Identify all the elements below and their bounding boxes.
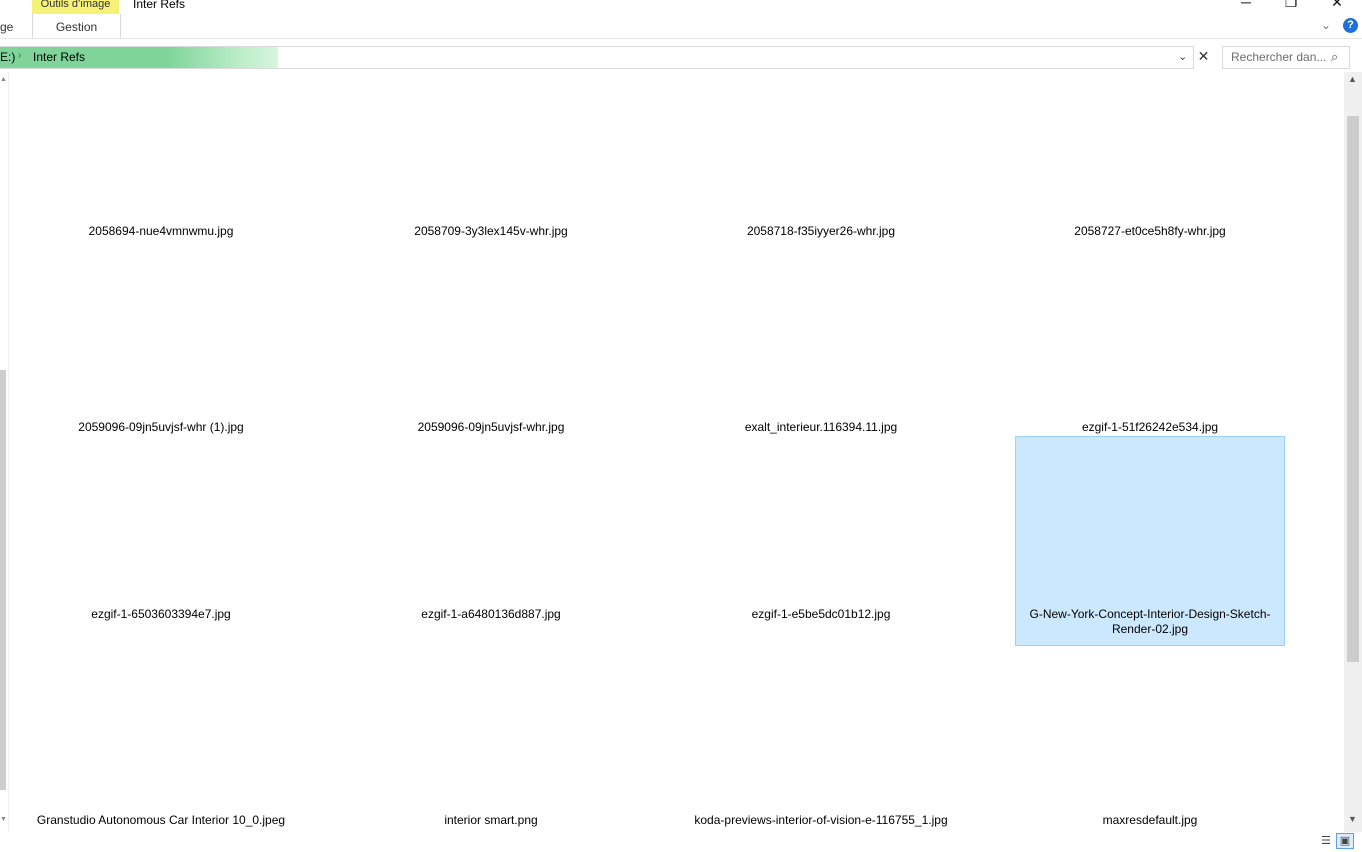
file-name: Granstudio Autonomous Car Interior 10_0.… — [36, 813, 286, 827]
close-button[interactable]: ✕ — [1322, 0, 1352, 12]
file-tile[interactable]: 2058709-3y3lex145v-whr.jpg — [356, 72, 626, 248]
file-name: exalt_interieur.116394.11.jpg — [744, 420, 898, 434]
scroll-up-icon[interactable]: ▲ — [1348, 74, 1357, 84]
file-tile[interactable]: 2059096-09jn5uvjsf-whr (1).jpg — [26, 234, 296, 444]
file-tile[interactable]: ezgif-1-a6480136d887.jpg — [356, 436, 626, 646]
file-name: maxresdefault.jpg — [1102, 813, 1198, 827]
file-tile[interactable]: ezgif-1-6503603394e7.jpg — [26, 436, 296, 646]
file-name: 2059096-09jn5uvjsf-whr (1).jpg — [78, 420, 244, 434]
file-name: 2059096-09jn5uvjsf-whr.jpg — [417, 420, 565, 434]
file-tile[interactable]: 2058727-et0ce5h8fy-whr.jpg — [1015, 72, 1285, 248]
contextual-group-label: Outils d’image — [32, 0, 119, 14]
nav-scrollbar-thumb[interactable] — [0, 370, 6, 790]
scroll-down-icon[interactable]: ▼ — [1348, 814, 1357, 824]
ribbon-collapse-chevron-down-icon[interactable]: ⌄ — [1321, 18, 1331, 32]
title-bar: ge Outils d’image Gestion Inter Refs ─ ❐… — [0, 0, 1362, 38]
file-tile[interactable]: interior smart.png — [356, 627, 626, 832]
address-history-chevron-down-icon[interactable]: ⌄ — [1178, 50, 1187, 63]
file-name: ezgif-1-51f26242e534.jpg — [1081, 420, 1219, 434]
file-tile[interactable]: exalt_interieur.116394.11.jpg — [686, 234, 956, 444]
search-icon[interactable]: ⌕ — [1331, 49, 1338, 65]
file-name: ezgif-1-e5be5dc01b12.jpg — [751, 607, 891, 621]
file-tile[interactable]: 2058718-f35iyyer26-whr.jpg — [686, 72, 956, 248]
file-tile[interactable]: ezgif-1-51f26242e534.jpg — [1015, 234, 1285, 444]
breadcrumb-separator-icon[interactable]: › — [18, 50, 21, 61]
file-tile[interactable]: koda-previews-interior-of-vision-e-11675… — [686, 627, 956, 832]
view-toggle: ☰ ▣ — [1316, 833, 1354, 849]
file-name: ezgif-1-6503603394e7.jpg — [91, 607, 231, 621]
scrollbar-thumb[interactable] — [1347, 116, 1359, 662]
minimize-button[interactable]: ─ — [1231, 0, 1261, 12]
window-title: Inter Refs — [133, 0, 186, 11]
file-tile[interactable]: maxresdefault.jpg — [1015, 627, 1285, 832]
stop-loading-close-icon[interactable]: ✕ — [1195, 46, 1212, 67]
file-name: ezgif-1-a6480136d887.jpg — [421, 607, 561, 621]
file-tile[interactable]: 2059096-09jn5uvjsf-whr.jpg — [356, 234, 626, 444]
address-bar[interactable]: E:) › Inter Refs ⌄ — [0, 46, 1194, 69]
large-icons-view-icon[interactable]: ▣ — [1336, 833, 1354, 849]
breadcrumb-folder[interactable]: Inter Refs — [33, 50, 85, 64]
search-input[interactable]: Rechercher dan... — [1231, 50, 1326, 64]
file-grid: 2058694-nue4vmnwmu.jpg 2058709-3y3lex145… — [8, 72, 1344, 832]
maximize-button[interactable]: ❐ — [1276, 0, 1306, 12]
navigation-bar: E:) › Inter Refs ⌄ ✕ Rechercher dan... ⌕ — [0, 38, 1362, 73]
nav-scroll-down-icon[interactable]: ▼ — [0, 816, 7, 823]
search-box[interactable]: Rechercher dan... ⌕ — [1222, 46, 1350, 69]
file-tile[interactable]: ezgif-1-e5be5dc01b12.jpg — [686, 436, 956, 646]
help-icon[interactable]: ? — [1343, 18, 1358, 33]
file-tile[interactable]: 2058694-nue4vmnwmu.jpg — [26, 72, 296, 248]
nav-scroll-up-icon[interactable]: ▲ — [0, 76, 7, 83]
details-view-icon[interactable]: ☰ — [1318, 834, 1334, 848]
file-name: interior smart.png — [444, 813, 538, 827]
file-tile[interactable]: Granstudio Autonomous Car Interior 10_0.… — [26, 627, 296, 832]
file-tile-selected[interactable]: G-New-York-Concept-Interior-Design-Sketc… — [1015, 436, 1285, 646]
file-name: koda-previews-interior-of-vision-e-11675… — [694, 813, 948, 827]
tab-gestion[interactable]: Gestion — [32, 14, 121, 38]
ribbon-tab-partial[interactable]: ge — [0, 14, 13, 38]
breadcrumb-drive[interactable]: E:) — [0, 50, 15, 64]
vertical-scrollbar[interactable]: ▲ ▼ — [1344, 72, 1362, 832]
